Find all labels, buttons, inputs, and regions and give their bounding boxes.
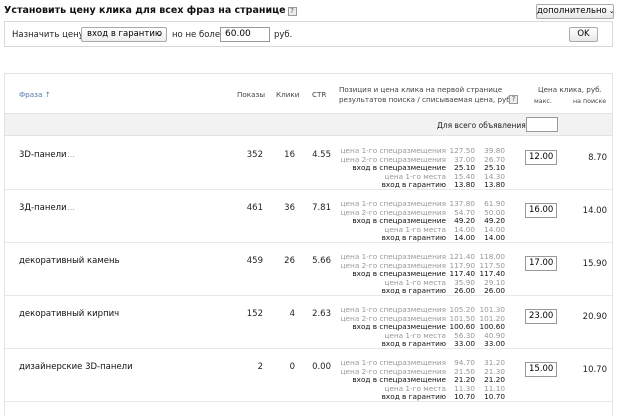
- position-charge: 26.00: [484, 286, 505, 296]
- col-price-max: макс.: [534, 98, 552, 105]
- table-row: декоративный камень… 459 26 5.66 цена 1-го с…: [5, 243, 612, 296]
- search-price-cell: 20.90: [582, 312, 607, 322]
- max-price-input[interactable]: 12.00: [525, 150, 557, 165]
- position-price: 13.80: [454, 180, 475, 190]
- position-charge: 14.00: [484, 233, 505, 243]
- phrases-table: Фраза ↑ Показы Клики CTR Позиция и цена …: [4, 73, 613, 416]
- clicks-cell: 16: [284, 150, 295, 160]
- position-charge: 33.00: [484, 339, 505, 349]
- shows-cell: 459: [246, 256, 263, 266]
- help-icon[interactable]: ?: [287, 7, 297, 16]
- col-price: Цена клика, руб.: [538, 85, 602, 94]
- col-position-line1: Позиция и цена клика на первой странице: [339, 85, 503, 94]
- phrase-link[interactable]: 3D-панели: [19, 150, 67, 160]
- phrase-menu-icon[interactable]: …: [111, 256, 120, 265]
- shows-cell: 152: [246, 309, 263, 319]
- col-shows: Показы: [237, 90, 266, 99]
- search-price-cell: 8.70: [588, 153, 607, 163]
- advanced-label: дополнительно: [537, 6, 607, 16]
- position-price: 10.70: [454, 392, 475, 402]
- position-charge: 13.80: [484, 180, 505, 190]
- max-price-input[interactable]: 17.00: [525, 256, 557, 271]
- clicks-cell: 4: [289, 309, 295, 319]
- search-price-cell: 10.70: [582, 365, 607, 375]
- max-price-input[interactable]: 15.00: [525, 362, 557, 377]
- currency-label: руб.: [274, 30, 293, 40]
- phrase-menu-icon[interactable]: …: [111, 309, 120, 318]
- clicks-cell: 36: [284, 203, 295, 213]
- table-row: 3D-панели… 352 16 4.55 цена 1-го спецразмеще…: [5, 137, 612, 190]
- assign-price-label: Назначить цену: [12, 30, 84, 40]
- max-price-input[interactable]: 16.00: [525, 203, 557, 218]
- table-row: декоративный кирпич… 152 4 2.63 цена 1-го сп…: [5, 296, 612, 349]
- chevron-down-icon: ⌄: [156, 30, 162, 38]
- position-label: вход в гарантию: [381, 180, 446, 190]
- max-price-input[interactable]: 23.00: [525, 309, 557, 324]
- position-label: вход в гарантию: [381, 392, 446, 402]
- col-ctr: CTR: [312, 90, 327, 99]
- position-label: вход в гарантию: [381, 233, 446, 243]
- search-price-cell: 15.90: [582, 259, 607, 269]
- phrase-menu-icon[interactable]: …: [67, 203, 76, 212]
- price-mode-value: вход в гарантию: [87, 29, 162, 39]
- col-position-line2: результатов поиска / списываемая цена, р…: [339, 95, 514, 104]
- position-price: 33.00: [454, 339, 475, 349]
- col-price-search: на поиске: [573, 98, 607, 105]
- all-ad-row: Для всего объявления:: [5, 114, 612, 136]
- shows-cell: 461: [246, 203, 263, 213]
- position-label: вход в гарантию: [381, 339, 446, 349]
- phrase-menu-icon[interactable]: …: [67, 150, 76, 159]
- search-price-cell: 14.00: [582, 206, 607, 216]
- table-header: Фраза ↑ Показы Клики CTR Позиция и цена …: [5, 74, 612, 114]
- help-icon[interactable]: ?: [509, 95, 518, 104]
- phrase-menu-icon[interactable]: …: [117, 362, 126, 371]
- all-ad-label: Для всего объявления:: [437, 121, 529, 130]
- bulk-price-bar: Назначить цену вход в гарантию ⌄ но не б…: [4, 21, 613, 47]
- table-row: дизайнерские 3D-панели… 2 0 0.00 цена 1-го с…: [5, 349, 612, 402]
- page-title-text: Установить цену клика для всех фраз на с…: [4, 5, 286, 16]
- position-charge: 10.70: [484, 392, 505, 402]
- position-price: 14.00: [454, 233, 475, 243]
- chevron-down-icon: ⌄: [608, 7, 615, 15]
- phrase-link[interactable]: декоративный кирпич: [19, 309, 119, 319]
- phrase-link[interactable]: дизайнерские 3D-панели: [19, 362, 133, 372]
- table-row: 3Д-панели… 461 36 7.81 цена 1-го спецразмеще…: [5, 190, 612, 243]
- shows-cell: 352: [246, 150, 263, 160]
- phrase-link[interactable]: 3Д-панели: [19, 203, 67, 213]
- advanced-button[interactable]: дополнительно ⌄: [536, 4, 615, 19]
- position-price: 26.00: [454, 286, 475, 296]
- clicks-cell: 0: [289, 362, 295, 372]
- price-mode-select[interactable]: вход в гарантию ⌄: [81, 27, 167, 42]
- all-ad-price-input[interactable]: [526, 117, 558, 132]
- max-price-input[interactable]: 60.00: [220, 27, 270, 42]
- shows-cell: 2: [257, 362, 263, 372]
- position-label: вход в гарантию: [381, 286, 446, 296]
- col-clicks: Клики: [276, 90, 300, 99]
- ok-button[interactable]: OK: [569, 27, 598, 42]
- phrase-link[interactable]: декоративный камень: [19, 256, 120, 266]
- page-title: Установить цену клика для всех фраз на с…: [4, 5, 297, 16]
- clicks-cell: 26: [284, 256, 295, 266]
- no-more-label: но не более: [172, 30, 226, 40]
- col-phrase-sort[interactable]: Фраза ↑: [19, 90, 51, 99]
